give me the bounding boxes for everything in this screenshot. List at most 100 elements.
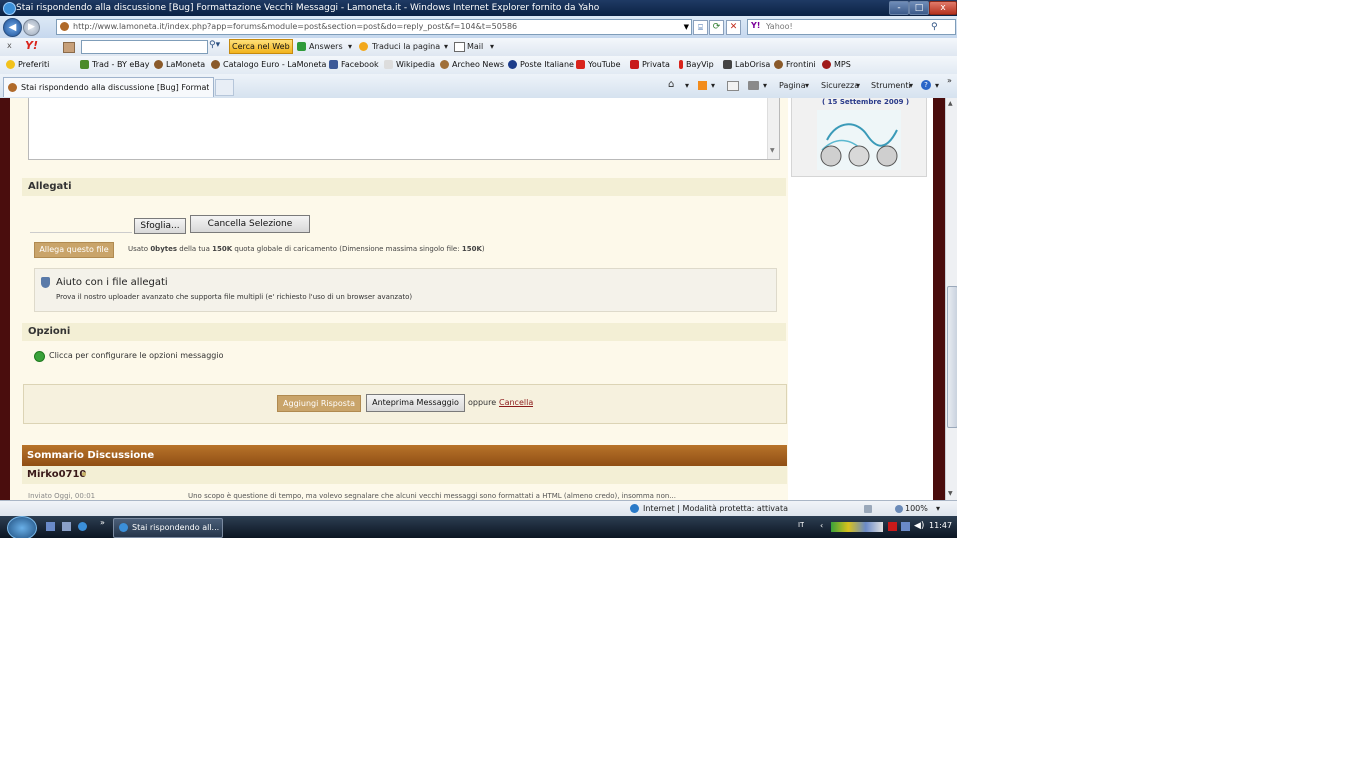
add-reply-button[interactable]: Aggiungi Risposta [277, 395, 361, 412]
yahoo-logo[interactable]: Y! [25, 39, 38, 52]
active-tab[interactable]: Stai rispondendo alla discussione [Bug] … [3, 77, 214, 97]
cancel-link[interactable]: Cancella [499, 398, 533, 407]
cancel-selection-button[interactable]: Cancella Selezione [190, 215, 310, 233]
favorite-item[interactable]: Wikipedia [384, 60, 435, 70]
language-indicator[interactable]: IT [798, 521, 804, 529]
toolbar-menu-icon[interactable] [63, 42, 75, 53]
search-box[interactable]: Y! Yahoo! ⚲ [747, 19, 956, 35]
tools-menu[interactable]: Strumenti [871, 81, 911, 90]
zoom-dropdown-icon[interactable]: ▾ [936, 501, 940, 517]
favorite-item[interactable]: Privata [630, 60, 670, 70]
summary-preview: Uno scopo è questione di tempo, ma volev… [188, 492, 677, 500]
favorite-item[interactable]: BayVip [679, 60, 714, 70]
feeds-dropdown-icon[interactable]: ▾ [711, 81, 715, 90]
maximize-button[interactable]: □ [909, 1, 929, 15]
yahoo-search-icon-button[interactable]: ⚲▾ [209, 40, 220, 50]
message-textarea[interactable]: ▼ [28, 98, 780, 160]
favorite-item[interactable]: MPS [822, 60, 851, 70]
url-dropdown-icon[interactable]: ▼ [684, 20, 689, 34]
more-quicklaunch-icon[interactable]: » [100, 518, 105, 527]
scroll-down-icon[interactable]: ▼ [770, 147, 775, 154]
home-icon[interactable]: ⌂ [668, 79, 674, 90]
mail-dropdown-icon[interactable]: ▾ [490, 42, 494, 51]
favorite-item[interactable]: Frontini [774, 60, 816, 70]
help-dropdown-icon[interactable]: ▾ [935, 81, 939, 90]
translate-dropdown-icon[interactable]: ▾ [444, 42, 448, 51]
stop-icon[interactable]: ✕ [726, 20, 741, 35]
start-button[interactable] [7, 516, 37, 538]
favorite-item[interactable]: YouTube [576, 60, 621, 70]
page-menu[interactable]: Pagina [779, 81, 806, 90]
close-window-button[interactable]: x [929, 1, 957, 15]
minimize-button[interactable]: - [889, 1, 909, 15]
favorite-item[interactable]: Trad - BY eBay [80, 60, 149, 70]
home-dropdown-icon[interactable]: ▾ [685, 81, 689, 90]
favorite-item[interactable]: Facebook [329, 60, 379, 70]
quota-total: 150K [212, 245, 233, 253]
answers-menu[interactable]: Answers [309, 42, 343, 51]
scroll-up-icon[interactable]: ▲ [948, 100, 953, 107]
print-icon[interactable] [748, 81, 759, 90]
zoom-level[interactable]: 100% [905, 501, 928, 517]
expand-options-icon[interactable] [34, 351, 45, 362]
help-icon[interactable]: ? [921, 80, 931, 90]
print-dropdown-icon[interactable]: ▾ [763, 81, 767, 90]
chevron-more-icon[interactable]: » [947, 76, 952, 85]
url-field[interactable]: http://www.lamoneta.it/index.php?app=for… [56, 19, 692, 35]
volume-icon[interactable]: ◀) [914, 521, 924, 531]
zoom-icon[interactable] [895, 505, 903, 513]
feeds-icon[interactable] [698, 81, 707, 90]
page-scrollbar[interactable]: ▲ ▼ [945, 98, 957, 500]
quota-mid: della tua [177, 245, 213, 253]
favorite-item[interactable]: LabOrisa [723, 60, 770, 70]
tray-expand-icon[interactable]: ‹ [820, 521, 823, 530]
shield-icon [41, 277, 50, 288]
clock[interactable]: 11:47 [929, 521, 952, 530]
textarea-scrollbar[interactable]: ▼ [767, 98, 779, 159]
answers-dropdown-icon[interactable]: ▾ [348, 42, 352, 51]
configure-options-link[interactable]: Clicca per configurare le opzioni messag… [49, 351, 223, 360]
tray-icons[interactable] [831, 522, 883, 532]
toolbar-close-icon[interactable]: x [7, 41, 12, 50]
scroll-down-icon[interactable]: ▼ [948, 490, 953, 497]
back-button[interactable]: ◀ [3, 18, 22, 37]
favorite-item[interactable]: Poste Italiane [508, 60, 574, 70]
scroll-thumb[interactable] [947, 286, 957, 428]
favorites-bar: Preferiti Trad - BY eBay LaMoneta Catalo… [0, 56, 957, 75]
summary-username[interactable]: Mirko0710 [27, 469, 86, 480]
compat-view-icon[interactable]: ⌸ [693, 20, 708, 35]
screen: Stai rispondendo alla discussione [Bug] … [0, 0, 957, 538]
page-dropdown-icon[interactable]: ▾ [805, 81, 809, 90]
tools-dropdown-icon[interactable]: ▾ [909, 81, 913, 90]
mail-menu[interactable]: Mail [467, 42, 483, 51]
attachments-header: Allegati [22, 178, 786, 196]
quota-text: quota globale di caricamento (Dimensione… [232, 245, 462, 253]
favorites-button[interactable]: Preferiti [6, 60, 49, 70]
favorite-item[interactable]: Catalogo Euro - LaMoneta [211, 60, 326, 70]
new-tab-button[interactable] [215, 79, 234, 96]
forward-button[interactable]: ▶ [23, 19, 40, 36]
search-icon[interactable]: ⚲ [931, 20, 938, 34]
security-dropdown-icon[interactable]: ▾ [856, 81, 860, 90]
translate-menu[interactable]: Traduci la pagina [372, 42, 440, 51]
mail-read-icon[interactable] [727, 81, 739, 91]
attach-file-button[interactable]: Allega questo file [34, 242, 114, 258]
taskbar-ie-task[interactable]: Stai rispondendo all... [113, 518, 223, 538]
yahoo-search-input[interactable] [81, 40, 208, 54]
favorite-link-icon [679, 60, 683, 69]
favorite-item[interactable]: Archeo News [440, 60, 504, 70]
page-viewport: ▼ Allegati Sfoglia... Cancella Selezione… [0, 98, 945, 500]
switch-windows-icon[interactable] [62, 522, 71, 531]
network-icon[interactable] [888, 522, 897, 531]
favorite-item[interactable]: LaMoneta [154, 60, 205, 70]
monitor-icon[interactable] [901, 522, 910, 531]
show-desktop-icon[interactable] [46, 522, 55, 531]
preview-button[interactable]: Anteprima Messaggio [366, 394, 465, 412]
security-lock-icon[interactable] [864, 505, 872, 513]
web-search-button[interactable]: Cerca nel Web [229, 39, 293, 54]
refresh-icon[interactable]: ⟳ [709, 20, 724, 35]
ie-quicklaunch-icon[interactable] [78, 522, 87, 531]
file-path-input[interactable] [30, 218, 132, 233]
security-menu[interactable]: Sicurezza [821, 81, 859, 90]
browse-button[interactable]: Sfoglia... [134, 218, 186, 234]
